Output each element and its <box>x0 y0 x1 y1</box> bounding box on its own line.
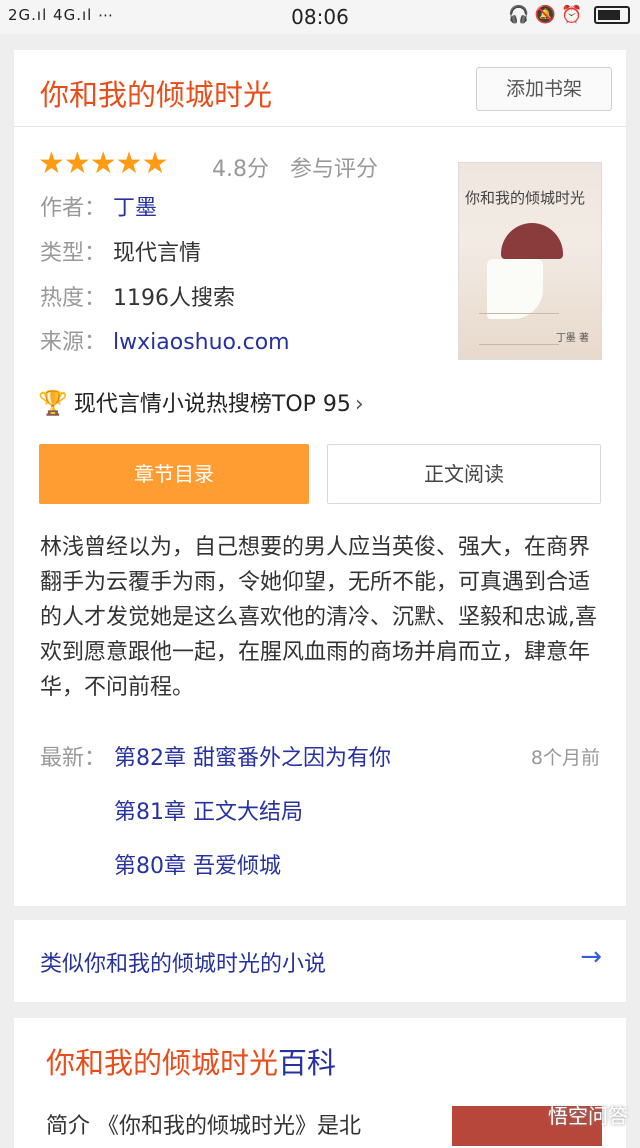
divider <box>14 126 626 127</box>
baike-label: 百科 <box>278 1046 337 1080</box>
arrow-right-icon: → <box>580 942 602 972</box>
source-link[interactable]: lwxiaoshuo.com <box>113 330 290 355</box>
cover-umbrella <box>501 223 563 259</box>
rating-score: 4.8分 <box>212 157 269 182</box>
cover-author: 丁墨 著 <box>555 333 589 344</box>
latest-time: 8个月前 <box>530 747 600 769</box>
cover-text-block <box>479 313 559 345</box>
source-row: 来源： lwxiaoshuo.com <box>40 324 290 356</box>
author-link[interactable]: 丁墨 <box>113 196 157 221</box>
rank-text: 现代言情小说热搜榜TOP 95 <box>73 392 351 417</box>
heat-label: 热度： <box>40 286 107 311</box>
rate-link[interactable]: 参与评分 <box>290 151 378 183</box>
read-button[interactable]: 正文阅读 <box>327 444 601 504</box>
heat-row: 热度： 1196人搜索 <box>40 280 235 312</box>
baike-snippet: 简介 《你和我的倾城时光》是北 <box>46 1114 361 1139</box>
book-card: 你和我的倾城时光 添加书架 ★★★★★ 4.8分 参与评分 作者： 丁墨 类型：… <box>14 50 626 906</box>
source-label: 来源： <box>40 330 107 355</box>
book-cover[interactable]: 你和我的倾城时光 丁墨 著 <box>458 162 602 360</box>
battery-icon <box>594 6 630 24</box>
chapter-link[interactable]: 第80章 吾爱倾城 <box>114 848 281 880</box>
baike-title: 你和我的倾城时光百科 <box>46 1040 336 1082</box>
book-description: 林浅曾经以为，自己想要的男人应当英俊、强大，在商界翻手为云覆手为雨，令她仰望，无… <box>40 535 597 700</box>
baike-book-name: 你和我的倾城时光 <box>46 1046 279 1080</box>
book-title: 你和我的倾城时光 <box>40 78 273 112</box>
rating-stars: ★★★★★ <box>38 146 168 181</box>
system-icons: 🎧 🔕 ⏰ <box>508 5 583 25</box>
author-row: 作者： 丁墨 <box>40 190 157 222</box>
type-value: 现代言情 <box>113 241 202 266</box>
trophy-icon: 🏆 <box>38 389 68 417</box>
chevron-right-icon: › <box>354 392 364 417</box>
add-to-shelf-button[interactable]: 添加书架 <box>476 67 612 111</box>
watermark: 悟空问答 <box>548 1104 628 1128</box>
similar-novels-row[interactable]: 类似你和我的倾城时光的小说 → <box>14 920 626 1002</box>
cover-title: 你和我的倾城时光 <box>465 189 586 207</box>
heat-value: 1196人搜索 <box>113 286 236 311</box>
type-label: 类型： <box>40 241 107 266</box>
baike-card[interactable]: 你和我的倾城时光百科 简介 《你和我的倾城时光》是北 <box>14 1018 626 1148</box>
status-bar: 2G.ıl 4G.ıl ⋯ 08:06 🎧 🔕 ⏰ <box>0 0 640 34</box>
latest-label: 最新： <box>40 746 107 771</box>
author-label: 作者： <box>40 196 107 221</box>
chapter-link[interactable]: 第82章 甜蜜番外之因为有你 <box>114 740 391 772</box>
similar-novels-link[interactable]: 类似你和我的倾城时光的小说 <box>40 946 326 978</box>
cover-figure <box>487 259 543 319</box>
chapter-list-button[interactable]: 章节目录 <box>39 444 309 504</box>
rank-link[interactable]: 🏆 现代言情小说热搜榜TOP 95 › <box>38 386 364 418</box>
status-icons: 🎧 🔕 ⏰ <box>508 5 630 25</box>
type-row: 类型： 现代言情 <box>40 235 201 267</box>
chapter-link[interactable]: 第81章 正文大结局 <box>114 794 303 826</box>
